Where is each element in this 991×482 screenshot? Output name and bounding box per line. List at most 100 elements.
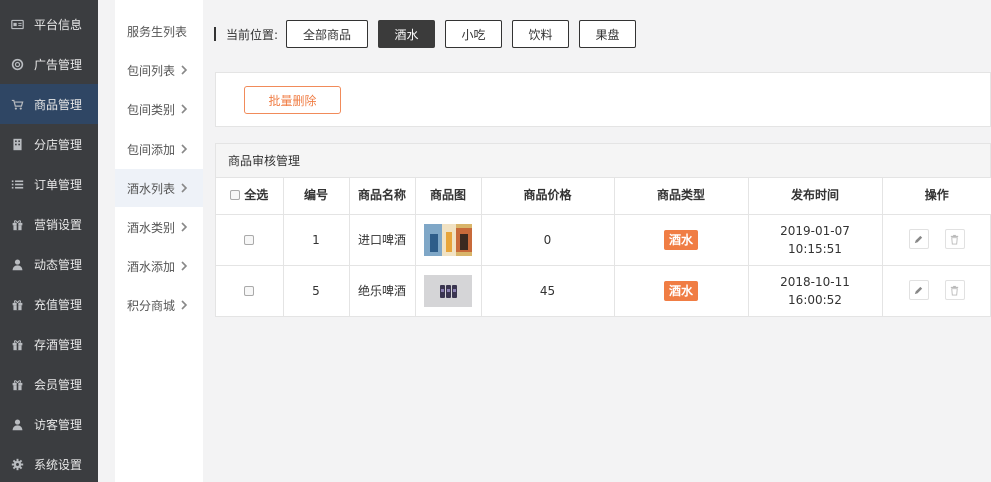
gift-icon (0, 218, 34, 231)
chevron-right-icon (179, 64, 191, 76)
sidebar-item-system-settings[interactable]: 系统设置 (0, 444, 98, 482)
header-time: 发布时间 (748, 178, 883, 215)
submenu-item-drink-category[interactable]: 酒水类别 (115, 208, 203, 246)
chevron-right-icon (179, 221, 191, 233)
sidebar-item-label: 会员管理 (34, 377, 83, 392)
sidebar-item-label: 分店管理 (34, 137, 83, 152)
sidebar-item-label: 商品管理 (34, 97, 83, 112)
submenu-item-points-mall[interactable]: 积分商城 (115, 286, 203, 324)
submenu-item-drink-add[interactable]: 酒水添加 (115, 247, 203, 285)
delete-button[interactable] (944, 229, 965, 250)
chevron-right-icon (179, 260, 191, 272)
product-review-panel: 商品审核管理 全选 编号 商品名称 商品图 商品价格 商品类型 发布时间 操作 (215, 143, 991, 317)
batch-delete-button[interactable]: 批量删除 (244, 86, 341, 114)
category-all-button[interactable]: 全部商品 (286, 20, 369, 48)
edit-button[interactable] (908, 229, 929, 250)
submenu-item-label: 包间列表 (127, 63, 176, 78)
submenu-item-room-category[interactable]: 包间类别 (115, 90, 203, 128)
cart-icon (0, 98, 34, 111)
category-fruit-button[interactable]: 果盘 (579, 20, 637, 48)
pencil-icon (915, 286, 923, 294)
breadcrumb-marker (214, 27, 216, 41)
submenu-item-drink-list[interactable]: 酒水列表 (115, 169, 203, 207)
table-header-row: 全选 编号 商品名称 商品图 商品价格 商品类型 发布时间 操作 (216, 178, 991, 215)
panel-title: 商品审核管理 (216, 144, 990, 178)
sidebar-item-visitors[interactable]: 访客管理 (0, 404, 98, 444)
sidebar-item-orders[interactable]: 订单管理 (0, 164, 98, 204)
submenu-item-label: 酒水列表 (127, 181, 176, 196)
row-image-cell (415, 214, 482, 266)
header-name: 商品名称 (349, 178, 416, 215)
row-clock: 16:00:52 (788, 292, 842, 307)
sidebar-item-label: 系统设置 (34, 457, 83, 472)
row-select-cell (216, 265, 284, 317)
sidebar-item-label: 营销设置 (34, 217, 83, 232)
chevron-right-icon (179, 182, 191, 194)
header-type: 商品类型 (614, 178, 749, 215)
row-type-cell: 酒水 (614, 265, 749, 317)
header-ops: 操作 (882, 178, 991, 215)
product-table: 全选 编号 商品名称 商品图 商品价格 商品类型 发布时间 操作 1 进口啤酒 (216, 178, 991, 317)
row-time-cell: 2018-10-11 16:00:52 (748, 265, 883, 317)
row-price: 45 (481, 265, 615, 317)
category-snacks-button[interactable]: 小吃 (445, 20, 503, 48)
row-select-cell (216, 214, 284, 266)
chevron-right-icon (179, 143, 191, 155)
category-drinks-button[interactable]: 酒水 (378, 20, 436, 48)
action-panel: 批量删除 (215, 72, 991, 127)
sidebar-item-label: 广告管理 (34, 57, 83, 72)
id-card-icon (0, 18, 34, 31)
sidebar-item-label: 平台信息 (34, 17, 83, 32)
sidebar-item-ads[interactable]: 广告管理 (0, 44, 98, 84)
sidebar-item-marketing[interactable]: 营销设置 (0, 204, 98, 244)
header-image: 商品图 (415, 178, 482, 215)
row-id: 1 (283, 214, 350, 266)
submenu-item-label: 服务生列表 (127, 24, 188, 39)
header-select-all-label: 全选 (244, 187, 269, 202)
sidebar-item-label: 存酒管理 (34, 337, 83, 352)
type-badge: 酒水 (663, 280, 698, 301)
gift-icon (0, 378, 34, 391)
sidebar-item-members[interactable]: 会员管理 (0, 364, 98, 404)
chevron-right-icon (179, 103, 191, 115)
trash-icon (950, 285, 959, 296)
breadcrumb: 当前位置: 全部商品 酒水 小吃 饮料 果盘 (214, 20, 646, 48)
sidebar-item-label: 动态管理 (34, 257, 83, 272)
submenu-item-room-add[interactable]: 包间添加 (115, 130, 203, 168)
select-all-checkbox[interactable] (230, 190, 241, 200)
sidebar-item-platform-info[interactable]: 平台信息 (0, 4, 98, 44)
type-badge: 酒水 (663, 229, 698, 250)
sidebar-item-products[interactable]: 商品管理 (0, 84, 98, 124)
row-type-cell: 酒水 (614, 214, 749, 266)
category-beverages-button[interactable]: 饮料 (512, 20, 570, 48)
row-id: 5 (283, 265, 350, 317)
sidebar-item-wine-storage[interactable]: 存酒管理 (0, 324, 98, 364)
table-row: 1 进口啤酒 0 酒水 2019-01-07 10:15:51 (216, 214, 991, 266)
user-icon (0, 418, 34, 431)
sidebar-item-branches[interactable]: 分店管理 (0, 124, 98, 164)
submenu-item-label: 积分商城 (127, 298, 176, 313)
row-date: 2018-10-11 (780, 274, 850, 289)
submenu-item-room-list[interactable]: 包间列表 (115, 51, 203, 89)
main-sidebar: 平台信息 广告管理 商品管理 分店管理 订单管理 营销设置 动态管理 充值管理 … (0, 0, 98, 482)
row-time-cell: 2019-01-07 10:15:51 (748, 214, 883, 266)
row-image-cell (415, 265, 482, 317)
sidebar-item-moments[interactable]: 动态管理 (0, 244, 98, 284)
row-date: 2019-01-07 (780, 223, 850, 238)
sidebar-item-recharge[interactable]: 充值管理 (0, 284, 98, 324)
edit-button[interactable] (908, 280, 929, 301)
delete-button[interactable] (944, 280, 965, 301)
row-checkbox[interactable] (244, 234, 255, 245)
row-checkbox[interactable] (244, 285, 255, 296)
lifebuoy-icon (0, 58, 34, 71)
pencil-icon (915, 235, 923, 243)
header-select-all[interactable]: 全选 (216, 178, 284, 215)
gift-icon (0, 298, 34, 311)
submenu-item-label: 酒水类别 (127, 220, 176, 235)
list-icon (0, 178, 34, 191)
breadcrumb-label: 当前位置: (226, 27, 279, 42)
submenu-item-waiter-list[interactable]: 服务生列表 (115, 12, 203, 50)
header-id: 编号 (283, 178, 350, 215)
submenu-item-label: 酒水添加 (127, 259, 176, 274)
row-name: 绝乐啤酒 (349, 265, 416, 317)
